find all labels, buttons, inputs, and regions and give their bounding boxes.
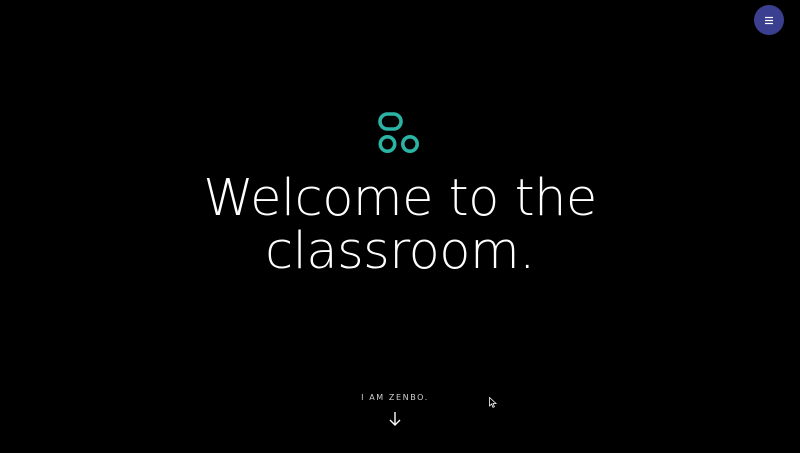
page-title-line-1: Welcome to the xyxy=(203,169,597,228)
menu-button[interactable] xyxy=(754,5,784,35)
page-title: Welcome to the classroom. xyxy=(0,172,800,278)
mouse-cursor-icon xyxy=(489,397,497,408)
page-title-line-2: classroom. xyxy=(265,222,535,281)
three-rings-logo-icon xyxy=(378,112,419,153)
arrow-down-icon[interactable] xyxy=(388,411,402,427)
hamburger-menu-icon xyxy=(765,16,773,24)
scroll-cue-label: I AM ZENBO. xyxy=(361,393,429,402)
